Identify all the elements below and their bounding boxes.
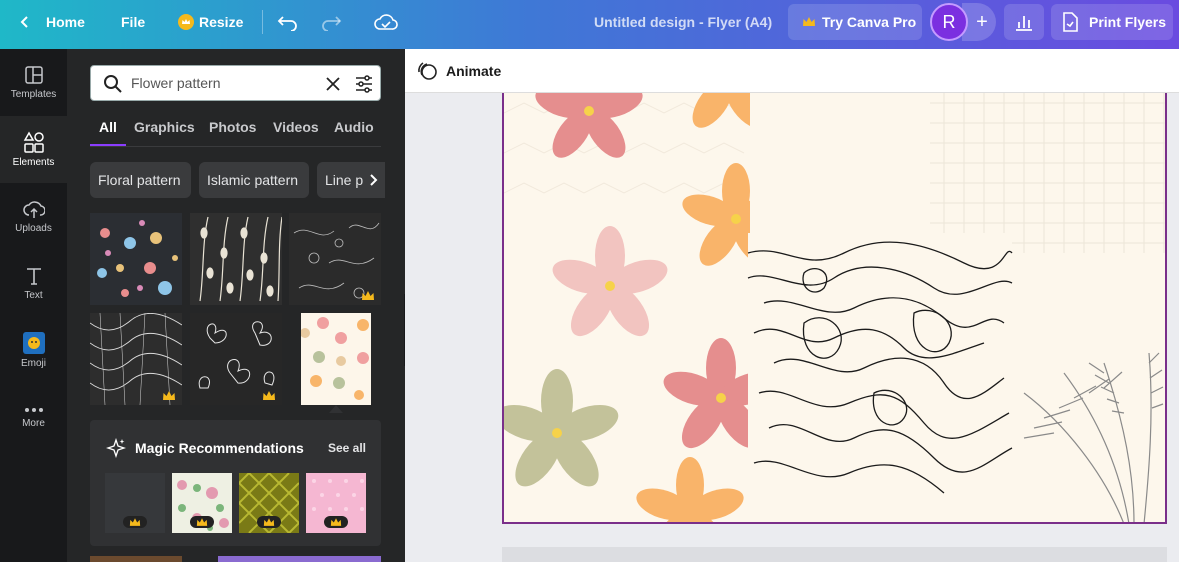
crown-icon — [263, 391, 275, 400]
recommendation-thumbnail[interactable] — [306, 473, 366, 533]
elements-panel: Flower pattern All Graphics Photos Video… — [67, 49, 405, 562]
search-input[interactable]: Flower pattern — [131, 75, 220, 91]
try-pro-button[interactable]: Try Canva Pro — [788, 4, 922, 40]
try-pro-label: Try Canva Pro — [822, 14, 917, 30]
page-strip — [502, 547, 1167, 562]
home-label: Home — [46, 14, 85, 30]
divider — [90, 146, 381, 147]
animate-label: Animate — [446, 63, 502, 79]
text-icon — [26, 268, 41, 285]
elements-icon — [23, 131, 44, 153]
tab-audio[interactable]: Audio — [334, 119, 374, 135]
pattern-thumbnail[interactable] — [190, 313, 282, 405]
left-rail: Templates Elements Uploads Text Emoji Mo… — [0, 49, 67, 562]
upload-cloud-icon — [22, 201, 45, 218]
pro-badge — [190, 516, 214, 528]
see-all-link[interactable]: See all — [328, 441, 366, 455]
rail-item-text[interactable]: Text — [0, 250, 67, 317]
rail-item-emoji[interactable]: Emoji — [0, 317, 67, 384]
resize-label: Resize — [199, 14, 244, 30]
chip-floral-pattern[interactable]: Floral pattern — [90, 162, 191, 198]
selection-caret — [329, 405, 343, 413]
rail-item-uploads[interactable]: Uploads — [0, 183, 67, 250]
print-label: Print Flyers — [1089, 14, 1167, 30]
rail-label: Templates — [10, 89, 57, 100]
search-box[interactable]: Flower pattern — [90, 65, 381, 101]
clear-icon[interactable] — [325, 76, 341, 92]
divider — [262, 10, 263, 34]
redo-button[interactable] — [320, 0, 342, 44]
top-bar: Home File Resize Untitled design - Flyer… — [0, 0, 1179, 49]
plus-icon: + — [976, 10, 988, 33]
print-flyers-button[interactable]: Print Flyers — [1051, 4, 1173, 40]
filter-icon[interactable] — [354, 74, 374, 94]
pattern-thumbnail[interactable] — [289, 213, 381, 305]
design-title[interactable]: Untitled design - Flyer (A4) — [594, 0, 772, 44]
recommendation-thumbnail[interactable] — [239, 473, 299, 533]
recommendation-thumbnail[interactable] — [172, 473, 232, 533]
crown-icon — [129, 517, 141, 526]
insights-button[interactable] — [1004, 4, 1044, 40]
pattern-thumbnail[interactable] — [90, 556, 182, 562]
tab-all[interactable]: All — [99, 119, 117, 135]
chips-next-button[interactable] — [363, 162, 385, 198]
animate-icon — [418, 62, 437, 80]
crown-icon — [196, 517, 208, 526]
undo-button[interactable] — [277, 0, 299, 44]
tab-photos[interactable]: Photos — [209, 119, 256, 135]
rail-label: Emoji — [20, 358, 46, 369]
animate-button[interactable]: Animate — [417, 49, 501, 93]
rail-label: Elements — [12, 157, 55, 168]
rail-item-more[interactable]: More — [0, 384, 67, 451]
back-chevron-icon — [20, 16, 28, 28]
pampas-grass-graphic — [1023, 352, 1164, 522]
crown-icon — [163, 391, 175, 400]
design-page[interactable] — [502, 93, 1167, 524]
crown-icon — [178, 14, 194, 30]
context-toolbar: Animate — [405, 49, 1179, 93]
topographic-graphic — [747, 233, 1013, 499]
more-dots-icon — [24, 408, 43, 412]
tab-graphics[interactable]: Graphics — [134, 119, 195, 135]
emoji-icon — [22, 332, 45, 354]
analytics-icon — [1016, 16, 1032, 31]
pattern-thumbnail[interactable] — [218, 556, 381, 562]
redo-icon — [322, 16, 342, 31]
pattern-thumbnail[interactable] — [301, 313, 371, 405]
templates-icon — [24, 66, 43, 84]
avatar-letter: R — [942, 11, 956, 32]
magic-title: Magic Recommendations — [135, 440, 304, 456]
file-menu-button[interactable]: File — [121, 0, 145, 44]
crown-icon — [263, 517, 275, 526]
pro-badge — [257, 516, 281, 528]
save-status-button[interactable] — [374, 0, 398, 44]
rail-item-elements[interactable]: Elements — [0, 116, 67, 183]
file-label: File — [121, 14, 146, 30]
rail-label: More — [22, 418, 45, 429]
rail-label: Text — [24, 290, 43, 301]
pattern-thumbnail[interactable] — [90, 213, 182, 305]
crown-icon — [330, 517, 342, 526]
cloud-saved-icon — [374, 14, 398, 30]
pattern-thumbnail[interactable] — [190, 213, 282, 305]
crown-icon — [362, 291, 374, 300]
pro-badge — [123, 516, 147, 528]
rail-label: Uploads — [15, 223, 52, 234]
pattern-thumbnail[interactable] — [90, 313, 182, 405]
crown-icon — [803, 17, 815, 26]
rail-item-templates[interactable]: Templates — [0, 49, 67, 116]
resize-button[interactable]: Resize — [178, 0, 243, 44]
sparkle-icon — [106, 438, 126, 458]
home-button[interactable]: Home — [18, 0, 85, 44]
tab-videos[interactable]: Videos — [273, 119, 319, 135]
magic-recommendations: Magic Recommendations See all — [90, 420, 381, 546]
chip-islamic-pattern[interactable]: Islamic pattern — [199, 162, 309, 198]
chevron-right-icon — [370, 174, 378, 186]
print-icon — [1063, 12, 1078, 32]
avatar[interactable]: R — [930, 3, 968, 41]
recommendation-thumbnail[interactable] — [105, 473, 165, 533]
undo-icon — [277, 16, 297, 31]
search-icon — [104, 75, 122, 93]
pro-badge — [324, 516, 348, 528]
